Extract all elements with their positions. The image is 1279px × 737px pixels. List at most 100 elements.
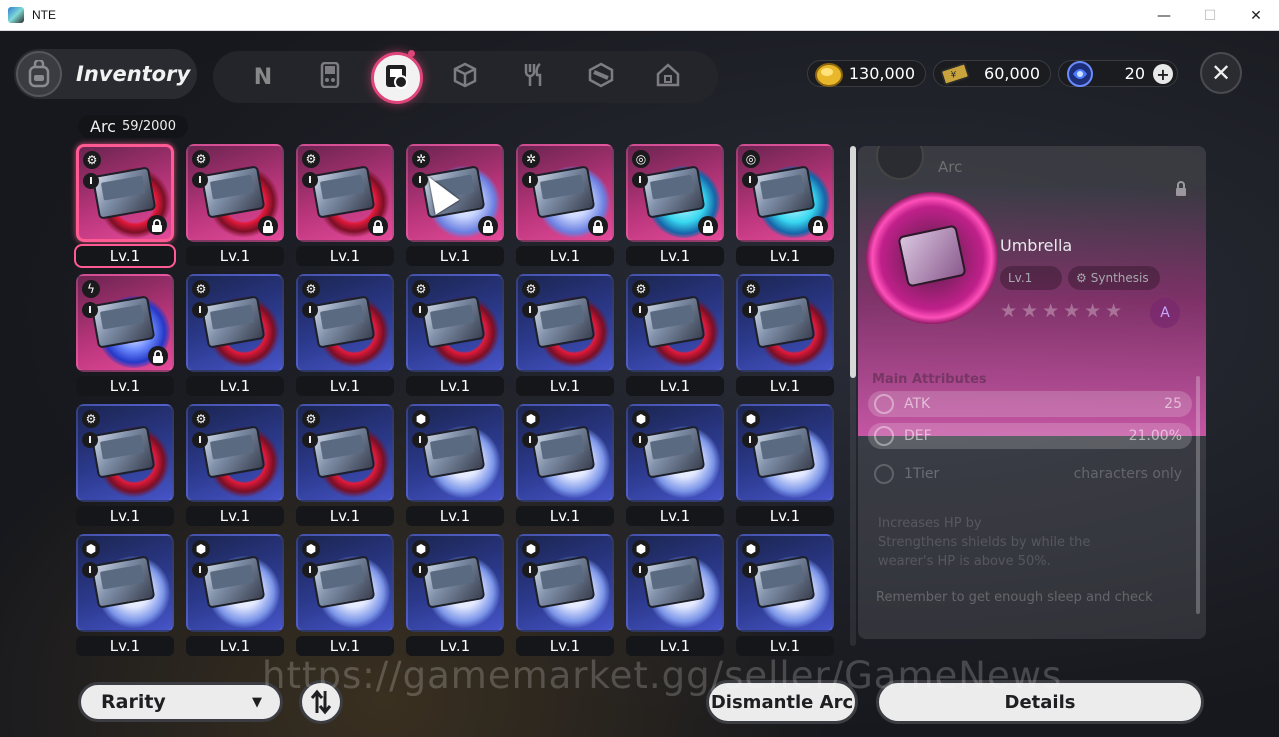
add-currency-button[interactable]: + (1153, 64, 1173, 84)
tier-badge: I (302, 302, 318, 318)
arc-card[interactable]: ⬢ I Lv.1 (736, 404, 834, 526)
gear-icon: ⚙ (192, 410, 210, 428)
tier-badge: I (522, 432, 538, 448)
arc-card[interactable]: ⚙ I Lv.1 (626, 274, 724, 396)
arc-card[interactable]: ⚙ I Lv.1 (406, 274, 504, 396)
arc-card[interactable]: ⬢ I Lv.1 (516, 534, 614, 656)
window-titlebar: NTE — ☐ ✕ (0, 0, 1279, 31)
currency-gold: 130,000 (807, 60, 926, 87)
tab-food[interactable] (514, 58, 552, 96)
grid-scrollbar-thumb[interactable] (850, 146, 856, 378)
tab-home[interactable] (649, 58, 687, 96)
lock-icon (148, 346, 168, 366)
arc-card[interactable]: ◎ I Lv.1 (736, 144, 834, 266)
description-line: Increases HP by (878, 516, 982, 531)
arc-card[interactable]: ⚙ I Lv.1 (76, 404, 174, 526)
rarity-sort-dropdown[interactable]: Rarity ▼ (78, 682, 283, 722)
arc-card[interactable]: ◎ I Lv.1 (626, 144, 724, 266)
detail-scrollbar[interactable] (1196, 376, 1200, 614)
inventory-close-button[interactable]: ✕ (1200, 52, 1242, 94)
maximize-button[interactable]: ☐ (1187, 0, 1233, 31)
tab-handheld[interactable] (311, 58, 349, 96)
description-line: Strengthens shields by while the (878, 535, 1091, 550)
arc-level-label: Lv.1 (736, 246, 834, 266)
tier-badge: I (742, 172, 758, 188)
tab-arc[interactable] (371, 52, 423, 104)
arc-card-art: ⬢ I (76, 534, 174, 632)
arc-card[interactable]: ⬢ I Lv.1 (406, 534, 504, 656)
attribute-row-def: DEF 21.00% (868, 423, 1192, 449)
arc-card[interactable]: ⚙ I Lv.1 (296, 404, 394, 526)
tab-cube[interactable] (446, 58, 484, 96)
arc-card[interactable]: ⬢ I Lv.1 (186, 534, 284, 656)
gear-icon: ⚙ (302, 150, 320, 168)
dismantle-arc-button[interactable]: Dismantle Arc (706, 680, 858, 724)
tier-badge: I (522, 302, 538, 318)
currency-ticket-value: 60,000 (984, 64, 1040, 83)
n-logo-icon: N (253, 64, 273, 90)
arc-card[interactable]: ⬢ I Lv.1 (516, 404, 614, 526)
arc-card[interactable]: ⚙ I Lv.1 (296, 274, 394, 396)
gold-coin-icon (814, 59, 844, 89)
arc-card[interactable]: ⬢ I Lv.1 (736, 534, 834, 656)
plus-icon: + (1156, 64, 1170, 84)
arc-card[interactable]: ✲ I Lv.1 (406, 144, 504, 266)
arc-card-art: ⬢ I (406, 534, 504, 632)
arc-card[interactable]: ⬢ I Lv.1 (626, 534, 724, 656)
arc-card-art: ϟI (76, 274, 174, 372)
arc-card-art: ⬢ I (516, 404, 614, 502)
arc-level-label: Lv.1 (296, 376, 394, 396)
gear-icon: ⚙ (83, 151, 101, 169)
arc-card[interactable]: ⚙ I Lv.1 (74, 144, 176, 268)
arc-card[interactable]: ⚙ I Lv.1 (296, 144, 394, 266)
arc-card[interactable]: ϟ I Lv.1 (76, 274, 174, 396)
cube-icon (453, 62, 477, 93)
currency-crystal: 20 + (1058, 60, 1178, 87)
lock-icon (808, 216, 828, 236)
arc-level-label: Lv.1 (736, 506, 834, 526)
arc-card[interactable]: ⚙ I Lv.1 (736, 274, 834, 396)
tab-package[interactable] (582, 58, 620, 96)
arc-level-label: Lv.1 (186, 246, 284, 266)
sort-order-button[interactable] (299, 680, 343, 724)
synthesis-button[interactable]: ⚙ Synthesis (1068, 266, 1160, 290)
gear-icon: ⚙ (1076, 271, 1087, 285)
backpack-icon (16, 51, 62, 97)
tier-badge: I (632, 172, 648, 188)
gold-ticket-icon: ¥ (940, 59, 970, 89)
tier-badge: I (82, 302, 98, 318)
arc-card[interactable]: ⬢ I Lv.1 (406, 404, 504, 526)
arc-card[interactable]: ⚙ I Lv.1 (516, 274, 614, 396)
lightning-icon: ϟ (82, 280, 100, 298)
gear-icon: ⚙ (192, 150, 210, 168)
arc-card[interactable]: ⚙ I Lv.1 (186, 404, 284, 526)
swirl-icon: ✲ (522, 150, 540, 168)
app-icon (8, 7, 24, 23)
window-close-button[interactable]: ✕ (1233, 0, 1279, 31)
attribute-value: 21.00% (1128, 428, 1182, 444)
sort-arrows-icon (310, 689, 332, 715)
tier-badge: I (412, 562, 428, 578)
gear-icon: ⚙ (632, 280, 650, 298)
arc-card[interactable]: ✲ I Lv.1 (516, 144, 614, 266)
arc-card[interactable]: ⚙ I Lv.1 (186, 144, 284, 266)
arc-card[interactable]: ⚙ I Lv.1 (186, 274, 284, 396)
page-title: Inventory (76, 62, 191, 86)
tier-badge: I (82, 562, 98, 578)
arc-card[interactable]: ⬢ I Lv.1 (626, 404, 724, 526)
tier-badge: I (522, 172, 538, 188)
arc-level-label: Lv.1 (296, 246, 394, 266)
arc-device-icon (384, 62, 410, 95)
arc-level-label: Lv.1 (626, 506, 724, 526)
arc-level-label: Lv.1 (74, 244, 176, 268)
detail-header: Arc (858, 146, 1206, 186)
tab-n-logo[interactable]: N (244, 58, 282, 96)
arc-card[interactable]: ⬢ I Lv.1 (296, 534, 394, 656)
arc-portrait (866, 192, 998, 324)
arc-card[interactable]: ⬢ I Lv.1 (76, 534, 174, 656)
tier-badge: I (412, 302, 428, 318)
tier-badge: I (82, 432, 98, 448)
minimize-button[interactable]: — (1141, 0, 1187, 31)
tier-badge: I (632, 562, 648, 578)
details-button[interactable]: Details (876, 680, 1204, 724)
